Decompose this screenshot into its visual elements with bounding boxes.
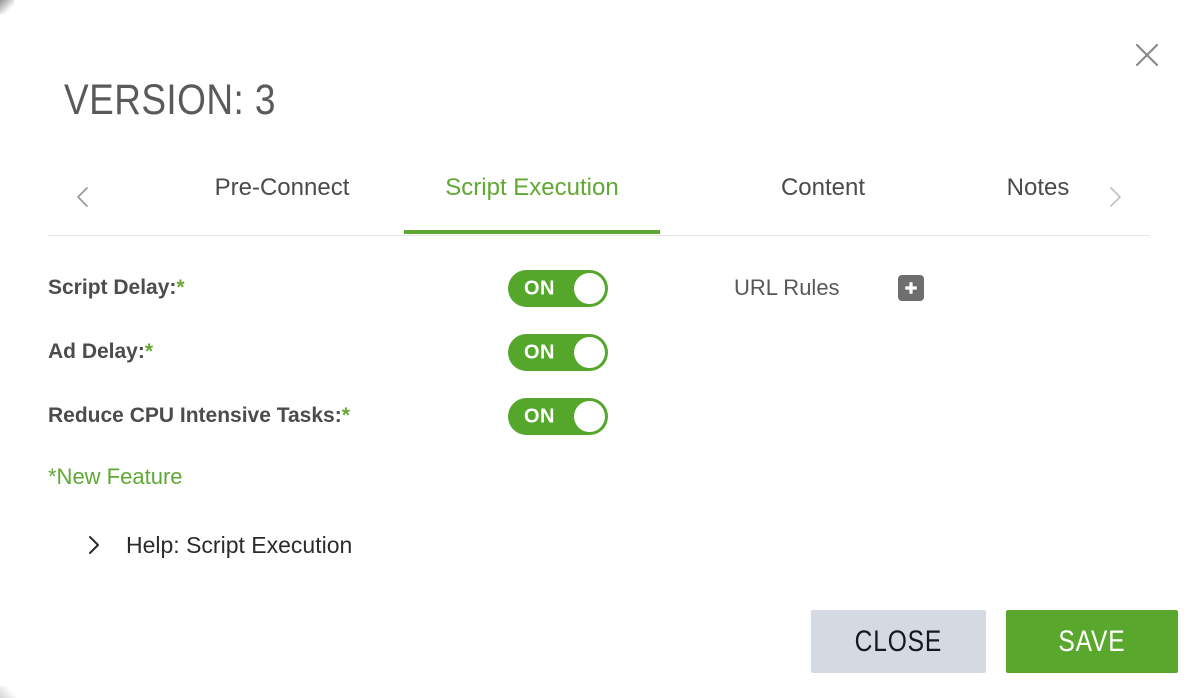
settings-list: Script Delay:* ON Ad Delay:* ON Reduce C… [48, 266, 1150, 458]
close-icon[interactable] [1130, 38, 1164, 72]
modal-corner-shadow-bottom-left [0, 686, 16, 698]
tab-notes[interactable]: Notes [968, 170, 1108, 234]
plus-icon[interactable] [897, 275, 924, 301]
tab-label: Content [780, 174, 866, 201]
url-rules-label: URL Rules [734, 275, 840, 300]
tab-label: Notes [1006, 174, 1070, 201]
toggle-knob [574, 337, 605, 368]
tab-pre-connect[interactable]: Pre-Connect [158, 170, 406, 234]
help-link-label: Help: Script Execution [126, 531, 353, 558]
close-button-label: CLOSE [854, 624, 943, 658]
new-feature-asterisk: * [176, 276, 185, 299]
tab-label: Script Execution [445, 174, 619, 201]
chevron-left-icon[interactable] [68, 180, 98, 214]
setting-label-text: Reduce CPU Intensive Tasks: [48, 404, 342, 427]
new-feature-asterisk: * [144, 340, 154, 363]
version-settings-modal: VERSION: 3 Pre-Connect Script Execution … [0, 0, 1198, 698]
help-script-execution-link[interactable]: Help: Script Execution [80, 526, 352, 564]
modal-footer: CLOSE SAVE [0, 610, 1198, 674]
setting-label: Ad Delay:* [48, 340, 153, 364]
tab-divider [48, 235, 1150, 236]
toggle-state-label: ON [524, 341, 555, 363]
setting-label: Reduce CPU Intensive Tasks:* [48, 404, 350, 428]
toggle-state-label: ON [524, 277, 555, 299]
new-feature-asterisk: * [341, 404, 350, 427]
toggle-reduce-cpu-intensive-tasks[interactable]: ON [508, 398, 608, 435]
toggle-knob [574, 273, 605, 304]
tab-script-execution[interactable]: Script Execution [404, 170, 660, 234]
setting-label-text: Ad Delay: [48, 340, 145, 363]
setting-row-reduce-cpu-intensive-tasks: Reduce CPU Intensive Tasks:* ON [48, 394, 1150, 458]
tab-content[interactable]: Content [728, 170, 918, 234]
tab-bar: Pre-Connect Script Execution Content Not… [48, 168, 1150, 236]
url-rules-section: URL Rules [734, 266, 924, 310]
setting-label: Script Delay:* [48, 276, 185, 300]
toggle-ad-delay[interactable]: ON [508, 334, 608, 371]
toggle-script-delay[interactable]: ON [508, 270, 608, 307]
toggle-state-label: ON [524, 405, 555, 427]
setting-row-ad-delay: Ad Delay:* ON [48, 330, 1150, 394]
chevron-right-icon[interactable] [1100, 180, 1130, 214]
new-feature-note: *New Feature [48, 464, 183, 489]
chevron-right-icon [80, 531, 108, 559]
tab-label: Pre-Connect [214, 174, 350, 201]
modal-corner-shadow-top-left [0, 0, 14, 14]
close-button[interactable]: CLOSE [811, 610, 986, 673]
active-tab-underline [404, 230, 660, 234]
save-button-label: SAVE [1058, 624, 1126, 658]
setting-row-script-delay: Script Delay:* ON [48, 266, 1150, 330]
page-title: VERSION: 3 [64, 76, 276, 124]
toggle-knob [574, 401, 605, 432]
save-button[interactable]: SAVE [1006, 610, 1178, 673]
setting-label-text: Script Delay: [48, 276, 177, 299]
